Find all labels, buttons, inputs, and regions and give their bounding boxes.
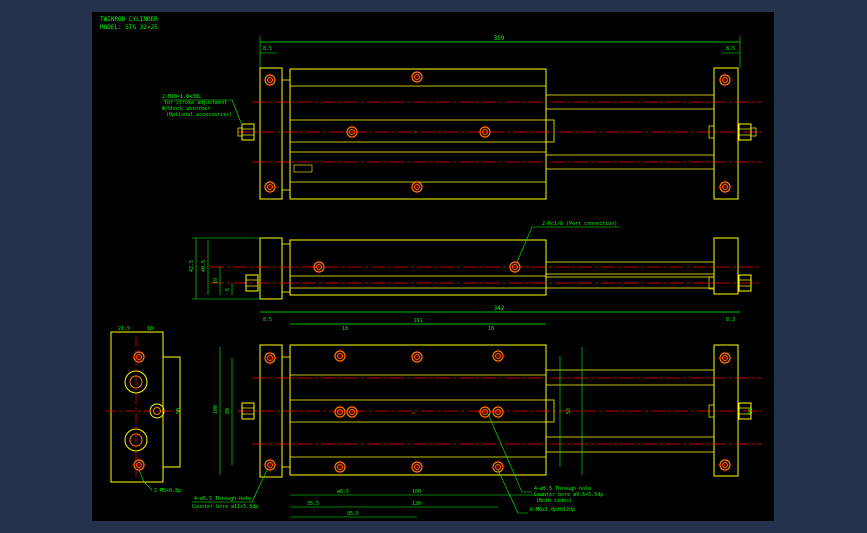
note-hole-left-1: 4-ø5.5 Through-hole [194,496,251,502]
top-view: 359 8.5 8.5 ~ [237,35,762,200]
note-hole-left-2: Counter bore ø11×5.5dp [192,504,258,510]
dim-90: 90 [176,408,182,414]
port-callout: 2-Rc1/8 (Port connection) [516,221,620,263]
dim-100-bottom: 100 [412,489,421,495]
dim-80: 80 [225,408,231,414]
dim-42-5: 42.5 [189,260,195,272]
dim-21-5: 21.5 [118,326,130,332]
cad-canvas: TWINROD CYLINDER MODEL: STG 32×25 359 8.… [92,12,774,521]
dim-120: 120 [412,501,421,507]
note-stroke-4: (Optional accessories) [166,112,232,118]
title-line-2: MODEL: STG 32×25 [100,24,158,31]
note-hole-right-3: (Both sides) [536,498,572,504]
technical-drawing: TWINROD CYLINDER MODEL: STG 32×25 359 8.… [100,16,762,518]
front-left-plate [259,237,283,300]
dim-8-5-left: 8.5 [263,46,272,52]
viewport-frame: TWINROD CYLINDER MODEL: STG 32×25 359 8.… [0,0,867,533]
dim-19: 19 [213,278,219,284]
title-line-1: TWINROD CYLINDER [100,16,158,23]
dim-35-5: 35.5 [307,501,319,507]
end-view: 21.5 10 90 2-M5×0.8p [106,326,182,494]
front-body [289,239,547,296]
front-right-plate [713,237,739,295]
dim-342: 342 [494,305,505,312]
dim-191: 191 [413,318,422,324]
note-m5: 2-M5×0.8p [154,488,181,494]
bottom-body [289,344,547,476]
dim-8-5-right: 8.5 [726,46,735,52]
left-end-plate [259,67,283,200]
dim-10-end: 10 [147,326,153,332]
bottom-right-plate [713,344,739,477]
front-view: 42.5 40.5 19 6 [189,237,762,300]
note-port: 2-Rc1/8 (Port connection) [542,221,617,227]
dim-10-left: 10 [342,326,348,332]
dim-40-5: 40.5 [201,260,207,272]
svg-text:~: ~ [414,130,417,136]
dim-100: 100 [213,405,219,414]
cylinder-body [289,68,547,200]
right-end-plate [713,67,739,200]
dim-95-5: 95.5 [347,511,359,517]
dim-10-right: 10 [488,326,494,332]
bottom-view: 342 8.5 8.3 191 10 10 ▭ 100 80 53 96 ø6.… [213,305,762,518]
dim-53: 53 [566,408,572,414]
dim-6: 6 [225,288,231,291]
dim-8-3-bottom: 8.3 [726,317,735,323]
svg-text:▭: ▭ [412,410,415,416]
dim-359: 359 [494,35,505,42]
note-tapped: 6-M6x1.0pth12dp [530,507,575,513]
dim-96: 96 [748,408,754,414]
bottom-notes: 4-ø5.5 Through-hole Counter bore ø11×5.5… [192,413,603,514]
dim-o6-5: ø6.5 [337,489,349,495]
dim-8-5-bottom: 8.5 [263,317,272,323]
stroke-adjust-callout: 2-M10×1.0x38L for stroke adjustment W/Sh… [162,94,243,126]
